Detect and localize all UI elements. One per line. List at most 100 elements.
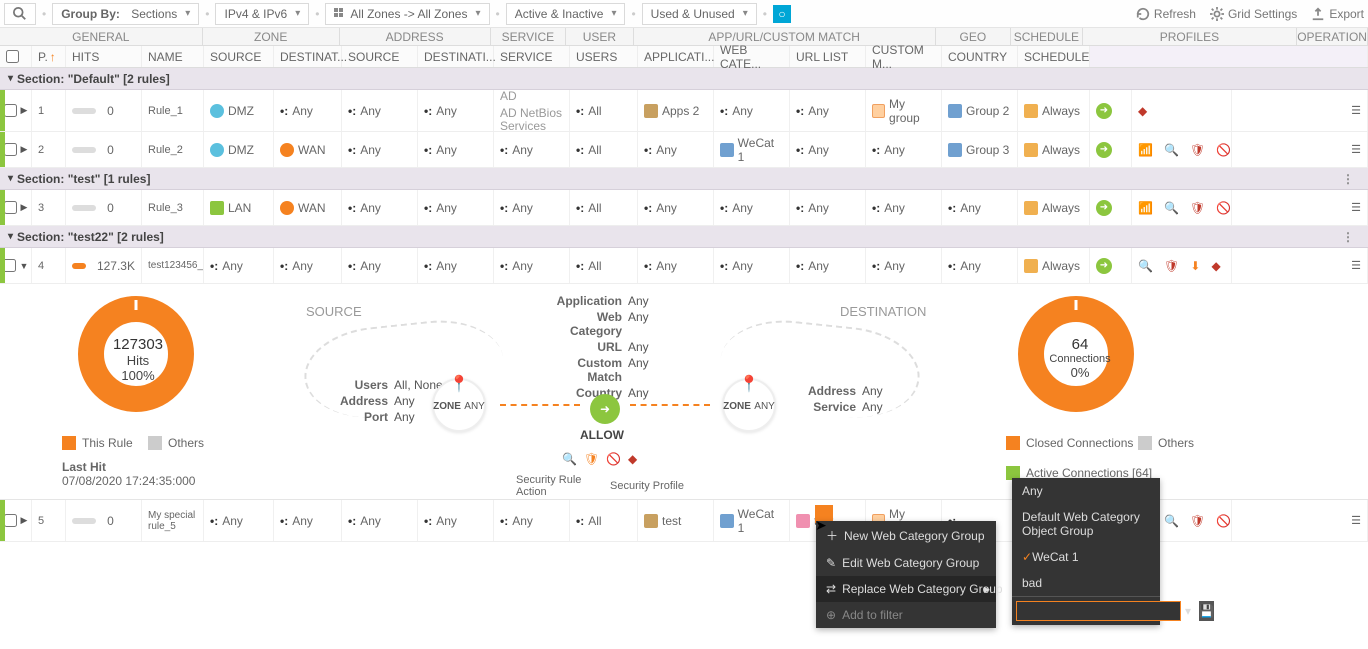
addr-dest-cell: •:Any <box>418 248 494 283</box>
col-schedule[interactable]: SCHEDULE <box>1018 46 1090 67</box>
webcat-cell[interactable]: WeCat 1 <box>714 500 790 541</box>
col-urllist[interactable]: URL LIST <box>790 46 866 67</box>
menu-replace-webcat-group[interactable]: ⇄Replace Web Category Group <box>816 576 996 602</box>
separator: • <box>203 7 211 21</box>
submenu-option-wecat1[interactable]: WeCat 1 <box>1012 544 1160 570</box>
col-zone-source[interactable]: SOURCE <box>204 46 274 67</box>
ipversion-dropdown[interactable]: IPv4 & IPv6▾ <box>215 3 309 25</box>
legend-this-rule: This Rule <box>62 436 133 450</box>
zones-value: All Zones -> All Zones <box>350 7 467 21</box>
row-menu-cell[interactable]: ☰ <box>1232 500 1368 541</box>
submenu-option-any[interactable]: Any <box>1012 478 1160 504</box>
usage-dropdown[interactable]: Used & Unused▾ <box>642 3 757 25</box>
col-addr-source[interactable]: SOURCE <box>342 46 418 67</box>
chevron-down-icon[interactable]: ▾ <box>1181 604 1195 618</box>
col-users[interactable]: USERS <box>570 46 638 67</box>
expand-icon[interactable]: ▶ <box>21 105 28 116</box>
zone-source-cell: •:Any <box>204 500 274 541</box>
clear-filter-button[interactable]: ○ <box>773 5 791 23</box>
rule-row-expanded[interactable]: ▼ 4 127.3K test123456_4 •:Any •:Any •:An… <box>0 248 1368 284</box>
refresh-button[interactable]: Refresh <box>1136 7 1196 21</box>
collapse-icon[interactable]: ▼ <box>20 261 29 271</box>
last-hit: Last Hit 07/08/2020 17:24:35:000 <box>62 460 195 488</box>
menu-edit-webcat-group[interactable]: ✎Edit Web Category Group <box>816 550 996 576</box>
col-custommatch[interactable]: CUSTOM M... <box>866 46 942 67</box>
groupby-dropdown[interactable]: Group By: Sections▾ <box>52 3 199 25</box>
source-info: UsersAll, None AddressAny PortAny <box>340 378 443 424</box>
legend-closed: Closed Connections <box>1006 436 1133 450</box>
service-cell: •:Any <box>494 132 570 167</box>
group-icon <box>948 143 962 157</box>
expand-icon[interactable]: ▶ <box>21 515 28 526</box>
col-name[interactable]: NAME <box>142 46 204 67</box>
usage-value: Used & Unused <box>651 7 735 21</box>
submenu-option-bad[interactable]: bad <box>1012 570 1160 596</box>
row-menu-cell[interactable]: ☰ <box>1232 248 1368 283</box>
zone-source-cell: LAN <box>204 190 274 225</box>
colgroup-zone: ZONE <box>203 28 340 45</box>
menu-add-to-filter[interactable]: ⊕Add to filter <box>816 602 996 628</box>
section-header-default[interactable]: ▾ Section: "Default" [2 rules] <box>0 68 1368 90</box>
section-header-test[interactable]: ▾ Section: "test" [1 rules] ⋮ <box>0 168 1368 190</box>
priority-cell: 4 <box>32 248 66 283</box>
col-hits[interactable]: HITS <box>66 46 142 67</box>
profiles-cell: 🔍 🛡 ⬇ ◆ <box>1132 248 1232 283</box>
service-cell: •:Any <box>494 248 570 283</box>
schedule-cell: Always <box>1018 132 1090 167</box>
col-webcategory[interactable]: WEB CATE... <box>714 46 790 67</box>
submenu-option-default[interactable]: Default Web Category Object Group <box>1012 504 1160 544</box>
separator: • <box>629 7 637 21</box>
schedule-cell: Always <box>1018 248 1090 283</box>
row-menu-cell[interactable]: ☰ <box>1232 190 1368 225</box>
rule-detail-panel: 127303 Hits 100% 64 Connections 0% This … <box>0 284 1368 500</box>
map-pin-icon: 📍 <box>449 374 469 394</box>
webcat-cell: •:Any <box>714 90 790 131</box>
rule-row[interactable]: ▶ 1 0 Rule_1 DMZ •:Any •:Any •:Any ADAD … <box>0 90 1368 132</box>
grid-settings-button[interactable]: Grid Settings <box>1210 7 1297 21</box>
search-button[interactable] <box>4 3 36 25</box>
rule-row[interactable]: ▶ 3 0 Rule_3 LAN WAN •:Any •:Any •:Any •… <box>0 190 1368 226</box>
plus-icon: ＋ <box>826 527 838 544</box>
zone-source-cell: DMZ <box>204 132 274 167</box>
url-cell: •:Any <box>790 90 866 131</box>
users-cell: •:All <box>570 248 638 283</box>
group-icon <box>872 104 885 118</box>
select-all-checkbox[interactable] <box>0 46 32 67</box>
collapse-icon: ▾ <box>8 73 13 84</box>
app-cell: test <box>638 500 714 541</box>
row-menu-cell[interactable]: ☰ <box>1232 90 1368 131</box>
row-menu-cell[interactable]: ☰ <box>1232 132 1368 167</box>
action-cell: ➜ <box>1090 248 1132 283</box>
status-dropdown[interactable]: Active & Inactive▾ <box>506 3 626 25</box>
sort-asc-icon: ↑ <box>50 50 56 64</box>
col-zone-dest[interactable]: DESTINAT... <box>274 46 342 67</box>
submenu-search-input[interactable] <box>1016 601 1181 621</box>
section-header-test22[interactable]: ▾ Section: "test22" [2 rules] ⋮ <box>0 226 1368 248</box>
grid-icon <box>334 8 346 20</box>
col-addr-dest[interactable]: DESTINATI... <box>418 46 494 67</box>
section-menu-icon[interactable]: ⋮ <box>1342 230 1354 244</box>
addr-dest-cell: •:Any <box>418 500 494 541</box>
calendar-icon <box>1024 143 1038 157</box>
swap-icon: ⇄ <box>826 582 836 596</box>
export-button[interactable]: Export <box>1311 7 1364 21</box>
submenu-save-button[interactable]: 💾 <box>1199 601 1214 621</box>
expand-icon[interactable]: ▶ <box>21 202 28 213</box>
app-cell: Apps 2 <box>638 90 714 131</box>
rule-row[interactable]: ▶ 5 0 My special rule_5 •:Any •:Any •:An… <box>0 500 1368 542</box>
col-application[interactable]: APPLICATI... <box>638 46 714 67</box>
addr-source-cell: •:Any <box>342 248 418 283</box>
addr-dest-cell: •:Any <box>418 132 494 167</box>
menu-new-webcat-group[interactable]: ＋New Web Category Group <box>816 521 996 550</box>
rule-row[interactable]: ▶ 2 0 Rule_2 DMZ WAN •:Any •:Any •:Any •… <box>0 132 1368 168</box>
section-menu-icon[interactable]: ⋮ <box>1342 172 1354 186</box>
app-cell: •:Any <box>638 190 714 225</box>
zone-dest-cell: •:Any <box>274 248 342 283</box>
gear-icon <box>1210 7 1224 21</box>
col-priority[interactable]: P.↑ <box>32 46 66 67</box>
zones-dropdown[interactable]: All Zones -> All Zones▾ <box>325 3 489 25</box>
col-country[interactable]: COUNTRY <box>942 46 1018 67</box>
col-service[interactable]: SERVICE <box>494 46 570 67</box>
expand-icon[interactable]: ▶ <box>21 144 28 155</box>
addr-dest-cell: •:Any <box>418 90 494 131</box>
